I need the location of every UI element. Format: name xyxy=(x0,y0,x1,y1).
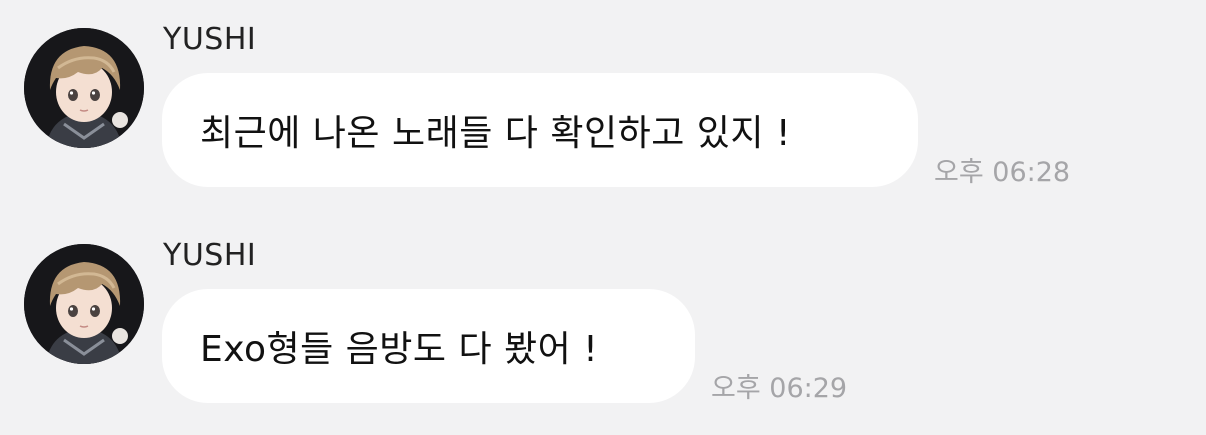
avatar[interactable] xyxy=(24,244,144,364)
chat-message: YUSHI Exo형들 음방도 다 봤어 ! 오후 06:29 xyxy=(0,216,1206,416)
message-timestamp: 오후 06:28 xyxy=(934,157,1071,188)
message-timestamp: 오후 06:29 xyxy=(711,373,848,404)
avatar[interactable] xyxy=(24,28,144,148)
profile-avatar-icon xyxy=(24,28,144,148)
message-bubble[interactable]: 최근에 나온 노래들 다 확인하고 있지 ! xyxy=(162,73,918,187)
message-bubble[interactable]: Exo형들 음방도 다 봤어 ! xyxy=(162,289,695,403)
message-text: Exo형들 음방도 다 봤어 ! xyxy=(200,329,599,370)
chat-message: YUSHI 최근에 나온 노래들 다 확인하고 있지 ! 오후 06:28 xyxy=(0,0,1206,200)
sender-name: YUSHI xyxy=(163,238,257,273)
message-text: 최근에 나온 노래들 다 확인하고 있지 ! xyxy=(200,113,791,154)
profile-avatar-icon xyxy=(24,244,144,364)
sender-name: YUSHI xyxy=(163,22,257,57)
